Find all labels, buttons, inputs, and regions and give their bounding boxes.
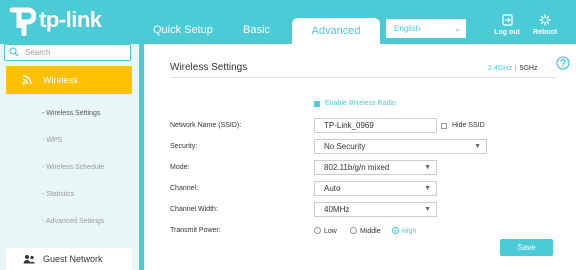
tp-link-logo-icon [9, 7, 36, 36]
sidebar-subitem-advanced-settings[interactable]: - Advanced Settings [42, 218, 104, 225]
radio-icon [314, 227, 321, 234]
chevron-down-icon: ▼ [424, 206, 431, 213]
logout-label: Log out [494, 29, 520, 36]
radio-label: High [402, 228, 417, 235]
radio-icon [350, 227, 357, 234]
enable-wireless-radio-checkbox[interactable] [314, 101, 320, 107]
tab-quick-setup[interactable]: Quick Setup [153, 24, 213, 36]
channel-label: Channel: [170, 185, 199, 192]
security-select[interactable]: No Security ▼ [314, 139, 487, 154]
language-select[interactable]: English ⌄ [386, 19, 466, 38]
transmit-power-label: Transmit Power: [170, 227, 221, 234]
search-placeholder: Search [25, 48, 51, 57]
sidebar-subitem-wireless-schedule[interactable]: - Wireless Schedule [42, 164, 104, 171]
logo-text: tp-link [39, 7, 102, 32]
sidebar-subitem-statistics[interactable]: - Statistics [42, 191, 74, 198]
main-content: Wireless Settings 2.4GHz | 5GHz Enable Wir… [144, 44, 576, 270]
wifi-icon [22, 75, 32, 85]
security-label: Security: [170, 143, 198, 150]
channel-value: Auto [324, 184, 341, 193]
band-5ghz[interactable]: 5GHz [520, 65, 538, 72]
tab-advanced[interactable]: Advanced [292, 18, 380, 44]
search-icon [9, 47, 19, 57]
ssid-input[interactable]: TP-Link_0969 [314, 118, 437, 133]
sidebar-subitem-wireless-settings[interactable]: - Wireless Settings [42, 110, 100, 117]
logout-button[interactable]: Log out [490, 14, 524, 36]
transmit-power-middle[interactable]: Middle [350, 227, 381, 235]
channel-width-label: Channel Width: [170, 206, 218, 213]
channel-width-select[interactable]: 40MHz ▼ [314, 202, 437, 217]
transmit-power-low[interactable]: Low [314, 227, 337, 235]
hide-ssid-label: Hide SSID [452, 122, 485, 129]
language-value: English [394, 24, 421, 33]
reboot-icon [539, 14, 551, 26]
sidebar-subitem-wps[interactable]: - WPS [42, 137, 62, 144]
sidebar: Search Wireless - Wireless Settings - WP… [0, 44, 139, 270]
sidebar-item-label: Guest Network [43, 254, 103, 264]
hide-ssid-checkbox[interactable] [441, 123, 447, 129]
search-input[interactable]: Search [4, 44, 131, 61]
divider [170, 77, 555, 78]
enable-wireless-radio-label: Enable Wireless Radio [325, 100, 396, 107]
channel-width-value: 40MHz [324, 205, 350, 214]
mode-label: Mode: [170, 164, 190, 171]
sidebar-item-guest-network[interactable]: Guest Network [6, 248, 132, 270]
band-toggle: 2.4GHz | 5GHz [488, 65, 538, 72]
mode-value: 802.11b/g/n mixed [324, 163, 390, 172]
logout-icon [501, 14, 513, 26]
chevron-down-icon: ▼ [474, 143, 481, 150]
tp-link-logo[interactable]: tp-link [6, 4, 102, 36]
reboot-label: Reboot [532, 29, 558, 36]
sidebar-item-label: Wireless [43, 75, 78, 85]
tab-basic[interactable]: Basic [243, 24, 270, 36]
band-2-4ghz[interactable]: 2.4GHz [488, 65, 512, 72]
chevron-down-icon: ⌄ [454, 24, 461, 33]
radio-label: Middle [360, 228, 381, 235]
ssid-label: Network Name (SSID): [170, 122, 242, 129]
radio-label: Low [324, 228, 337, 235]
top-header: tp-link Quick Setup Basic Advanced Engli… [0, 0, 576, 44]
reboot-button[interactable]: Reboot [528, 14, 562, 36]
chevron-down-icon: ▼ [424, 185, 431, 192]
radio-selected-icon [392, 227, 399, 234]
security-value: No Security [324, 142, 366, 151]
chevron-down-icon: ▼ [424, 164, 431, 171]
save-button[interactable]: Save [500, 239, 553, 256]
help-icon[interactable] [556, 56, 570, 70]
channel-select[interactable]: Auto ▼ [314, 181, 437, 196]
sidebar-item-wireless[interactable]: Wireless [6, 66, 132, 94]
guest-network-icon [23, 255, 35, 264]
mode-select[interactable]: 802.11b/g/n mixed ▼ [314, 160, 437, 175]
page-title: Wireless Settings [170, 62, 248, 73]
transmit-power-high[interactable]: High [392, 227, 416, 235]
